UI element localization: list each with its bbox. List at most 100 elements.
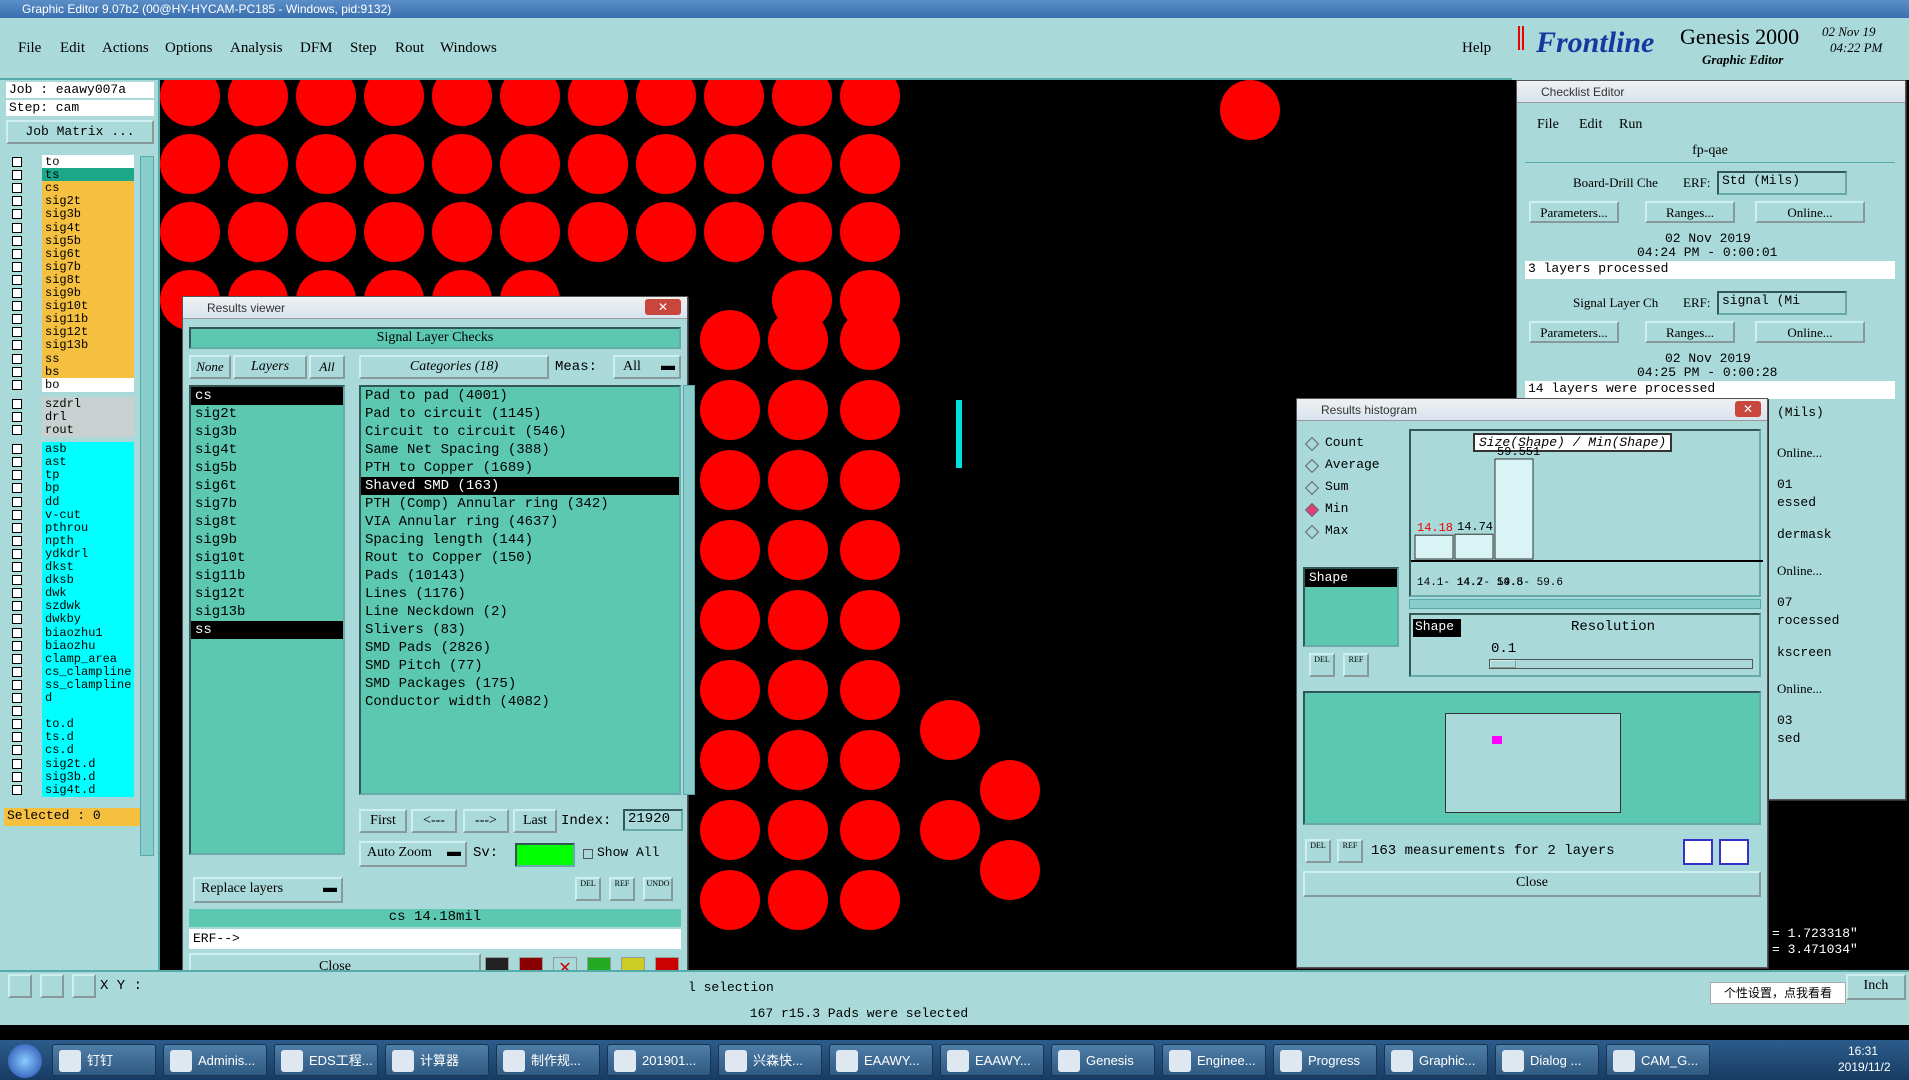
layer-checkbox[interactable] bbox=[12, 745, 22, 756]
layer-row[interactable]: drl bbox=[10, 409, 134, 424]
snap-icon[interactable] bbox=[8, 974, 32, 998]
layer-name[interactable]: dd bbox=[42, 494, 134, 509]
checklist-menu-file[interactable]: File bbox=[1537, 117, 1559, 133]
category-item[interactable]: Spacing length (144) bbox=[361, 531, 679, 549]
category-item[interactable]: Shaved SMD (163) bbox=[361, 477, 679, 495]
menu-windows[interactable]: Windows bbox=[440, 40, 497, 57]
ranges-button[interactable]: Ranges... bbox=[1645, 321, 1735, 343]
layer-list-scrollbar[interactable] bbox=[140, 156, 154, 856]
online-button[interactable]: Online... bbox=[1755, 201, 1865, 223]
category-item[interactable]: Pad to circuit (1145) bbox=[361, 405, 679, 423]
layer-row[interactable]: sig9b bbox=[10, 286, 134, 300]
layer-name[interactable]: sig4t bbox=[42, 220, 134, 235]
histogram-bar[interactable] bbox=[1494, 458, 1534, 560]
layer-row[interactable]: pthrou bbox=[10, 520, 134, 535]
menu-dfm[interactable]: DFM bbox=[300, 40, 333, 57]
layer-checkbox[interactable] bbox=[12, 679, 22, 690]
layer-row[interactable]: cs.d bbox=[10, 743, 134, 758]
layer-name[interactable]: dwkby bbox=[42, 612, 134, 627]
layer-row[interactable]: sig3b.d bbox=[10, 769, 134, 784]
category-item[interactable]: Lines (1176) bbox=[361, 585, 679, 603]
mode-option-max[interactable]: Max bbox=[1304, 523, 1399, 541]
layer-list-item[interactable]: sig7b bbox=[191, 495, 343, 513]
zoom-selected-icon[interactable] bbox=[1719, 839, 1749, 865]
layer-row[interactable]: sig8t bbox=[10, 272, 134, 287]
show-all-checkbox[interactable] bbox=[583, 849, 593, 859]
category-item[interactable]: SMD Pitch (77) bbox=[361, 657, 679, 675]
layer-row[interactable]: sig6t bbox=[10, 246, 134, 261]
layer-name[interactable]: biaozhu bbox=[42, 638, 134, 653]
menu-file[interactable]: File bbox=[18, 40, 41, 57]
layer-checkbox[interactable] bbox=[12, 379, 22, 390]
taskbar-item[interactable]: 钉钉 bbox=[52, 1044, 156, 1076]
undo-button[interactable]: UNDO bbox=[643, 877, 673, 901]
layer-row[interactable]: sig13b bbox=[10, 338, 134, 353]
checklist-menu-run[interactable]: Run bbox=[1619, 117, 1642, 133]
layer-name[interactable]: rout bbox=[42, 423, 134, 437]
taskbar-item[interactable]: EDS工程... bbox=[274, 1044, 378, 1076]
layer-checkbox[interactable] bbox=[12, 483, 22, 494]
next-button[interactable]: ---> bbox=[463, 809, 509, 833]
resolution-slider[interactable] bbox=[1489, 659, 1753, 669]
layer-checkbox[interactable] bbox=[12, 170, 22, 181]
taskbar-item[interactable]: Enginee... bbox=[1162, 1044, 1266, 1076]
menu-help[interactable]: Help bbox=[1462, 40, 1491, 57]
preview-board[interactable] bbox=[1445, 713, 1621, 813]
close-icon[interactable]: ✕ bbox=[645, 299, 681, 315]
layer-name[interactable] bbox=[42, 704, 134, 719]
histogram-close-button[interactable]: Close bbox=[1303, 871, 1761, 897]
layer-name[interactable]: ss_clampline bbox=[42, 677, 134, 692]
ranges-button[interactable]: Ranges... bbox=[1645, 201, 1735, 223]
taskbar-item[interactable]: 201901... bbox=[607, 1044, 711, 1076]
erf-value[interactable]: Std (Mils) bbox=[1717, 171, 1847, 195]
layer-checkbox[interactable] bbox=[12, 314, 22, 325]
del-button[interactable]: DEL bbox=[575, 877, 601, 901]
layer-checkbox[interactable] bbox=[12, 301, 22, 312]
online-button[interactable]: Online... bbox=[1755, 321, 1865, 343]
layer-checkbox[interactable] bbox=[12, 575, 22, 586]
taskbar-item[interactable]: 计算器 bbox=[385, 1044, 489, 1076]
auto-zoom-select[interactable]: Auto Zoom ▬ bbox=[359, 841, 467, 867]
taskbar-item[interactable]: CAM_G... bbox=[1606, 1044, 1710, 1076]
layer-list-item[interactable]: sig11b bbox=[191, 567, 343, 585]
taskbar-item[interactable]: 兴森快... bbox=[718, 1044, 822, 1076]
layer-list-item[interactable]: sig2t bbox=[191, 405, 343, 423]
layer-checkbox[interactable] bbox=[12, 496, 22, 507]
replace-layers-select[interactable]: Replace layers ▬ bbox=[193, 877, 343, 903]
none-button[interactable]: None bbox=[189, 355, 231, 379]
layer-name[interactable]: dwk bbox=[42, 586, 134, 601]
categories-scrollbar[interactable] bbox=[683, 385, 695, 795]
layer-row[interactable]: sig7b bbox=[10, 259, 134, 274]
category-item[interactable]: Rout to Copper (150) bbox=[361, 549, 679, 567]
layer-checkbox[interactable] bbox=[12, 732, 22, 743]
radio-icon[interactable] bbox=[1304, 436, 1320, 452]
parameters-button[interactable]: Parameters... bbox=[1529, 201, 1619, 223]
layer-name[interactable]: sig2t bbox=[42, 194, 134, 209]
category-item[interactable]: Slivers (83) bbox=[361, 621, 679, 639]
category-item[interactable]: Conductor width (4082) bbox=[361, 693, 679, 711]
layer-name[interactable]: cs.d bbox=[42, 743, 134, 758]
radio-icon[interactable] bbox=[1304, 480, 1320, 496]
menu-edit[interactable]: Edit bbox=[60, 40, 85, 57]
layer-checkbox[interactable] bbox=[12, 522, 22, 533]
mode-option-average[interactable]: Average bbox=[1304, 457, 1399, 475]
layer-list-item[interactable]: sig4t bbox=[191, 441, 343, 459]
layer-checkbox[interactable] bbox=[12, 706, 22, 717]
checklist-menu-edit[interactable]: Edit bbox=[1579, 117, 1602, 133]
zoom-to-fit-icon[interactable] bbox=[1683, 839, 1713, 865]
layer-list-item[interactable]: ss bbox=[191, 621, 343, 639]
layers-listbox[interactable]: cs sig2t sig3b sig4t sig5b sig6t sig7b sig8t sig… bbox=[189, 385, 345, 855]
layer-checkbox[interactable] bbox=[12, 274, 22, 285]
layer-row[interactable]: to bbox=[10, 155, 134, 169]
layer-row[interactable]: szdrl bbox=[10, 396, 134, 411]
units-select[interactable]: Inch bbox=[1846, 974, 1906, 1000]
layers-button[interactable]: Layers bbox=[233, 355, 307, 379]
layer-row[interactable]: d bbox=[10, 691, 134, 705]
prev-button[interactable]: <--- bbox=[411, 809, 457, 833]
last-button[interactable]: Last bbox=[513, 809, 557, 833]
layer-list-item[interactable]: sig5b bbox=[191, 459, 343, 477]
menu-options[interactable]: Options bbox=[165, 40, 213, 57]
layer-list-item[interactable]: sig13b bbox=[191, 603, 343, 621]
layer-name[interactable]: asb bbox=[42, 442, 134, 457]
start-button-icon[interactable] bbox=[8, 1044, 42, 1078]
